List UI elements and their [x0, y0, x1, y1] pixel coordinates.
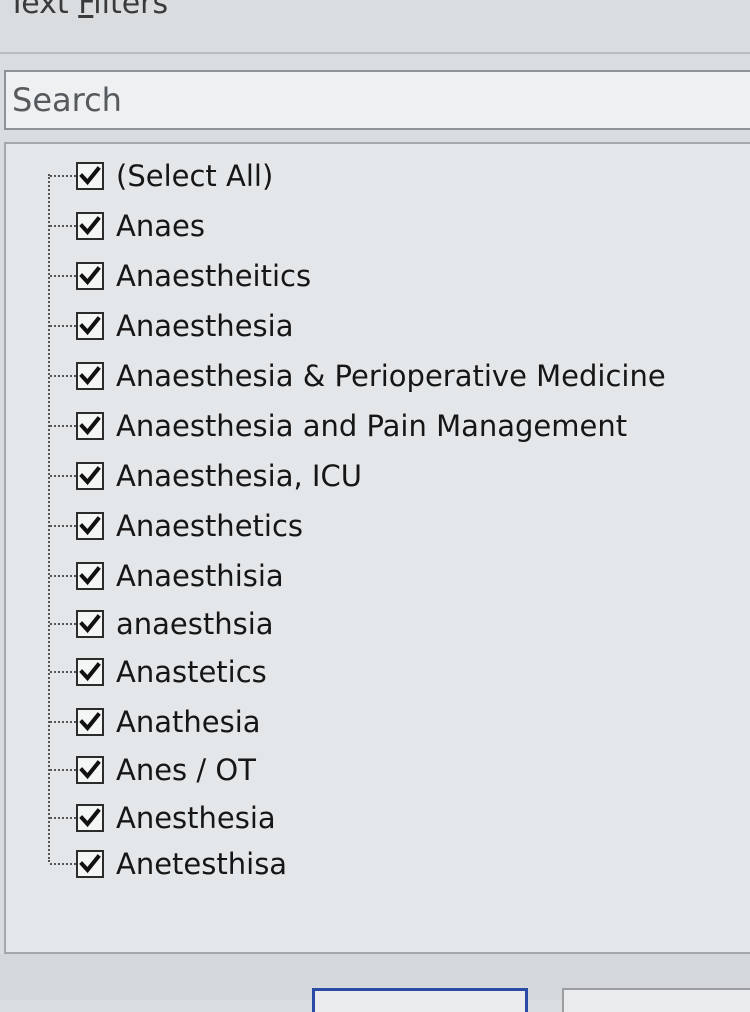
tree-branch-line: [50, 425, 76, 427]
item-checkbox[interactable]: [76, 708, 104, 736]
check-icon: [79, 854, 101, 874]
check-icon: [79, 760, 101, 780]
item-label: (Select All): [116, 159, 274, 193]
item-checkbox[interactable]: [76, 412, 104, 440]
filter-value-list[interactable]: (Select All) Anaes Anaestheitics Anaesthesi…: [4, 142, 750, 954]
tree-branch-line: [50, 623, 76, 625]
filter-list-item[interactable]: Anaesthisia: [50, 558, 284, 594]
tree-branch-line: [50, 275, 76, 277]
check-icon: [79, 216, 101, 236]
item-label: Anaesthesia and Pain Management: [116, 409, 628, 443]
search-box[interactable]: [4, 70, 750, 130]
tree-branch-line: [50, 225, 76, 227]
item-label: Anaestheitics: [116, 259, 312, 293]
item-checkbox[interactable]: [76, 562, 104, 590]
check-icon: [79, 166, 101, 186]
item-label: Anetesthisa: [116, 847, 288, 881]
text-filters-menu-item[interactable]: Text Filters: [8, 0, 168, 21]
check-icon: [79, 466, 101, 486]
check-icon: [79, 712, 101, 732]
check-icon: [79, 808, 101, 828]
item-label: anaesthsia: [116, 607, 274, 641]
tree-branch-line: [50, 863, 76, 865]
item-label: Anaesthesia & Perioperative Medicine: [116, 359, 666, 393]
tree-branch-line: [50, 525, 76, 527]
filter-list-item[interactable]: Anes / OT: [50, 752, 256, 788]
filter-list-item[interactable]: Anaesthesia and Pain Management: [50, 408, 627, 444]
item-label: Anaes: [116, 209, 205, 243]
item-checkbox[interactable]: [76, 312, 104, 340]
menu-label-accelerator: F: [78, 0, 94, 21]
filter-list-item[interactable]: Anesthesia: [50, 800, 276, 836]
filter-list-item[interactable]: Anetesthisa: [50, 846, 287, 882]
item-label: Anaesthesia, ICU: [116, 459, 362, 493]
tree-branch-line: [50, 769, 76, 771]
item-checkbox[interactable]: [76, 362, 104, 390]
item-label: Anaesthetics: [116, 509, 304, 543]
item-checkbox[interactable]: [76, 162, 104, 190]
tree-branch-line: [50, 375, 76, 377]
filter-list-item[interactable]: Anaes: [50, 208, 205, 244]
menu-separator: [0, 52, 750, 54]
tree-branch-line: [50, 721, 76, 723]
item-checkbox[interactable]: [76, 610, 104, 638]
filter-list-item[interactable]: Anastetics: [50, 654, 267, 690]
check-icon: [79, 416, 101, 436]
item-label: Anaesthisia: [116, 559, 284, 593]
tree-branch-line: [50, 671, 76, 673]
item-checkbox[interactable]: [76, 512, 104, 540]
item-checkbox[interactable]: [76, 850, 104, 878]
tree-branch-line: [50, 325, 76, 327]
tree-branch-line: [50, 575, 76, 577]
filter-list-item[interactable]: Anaesthesia: [50, 308, 293, 344]
check-icon: [79, 516, 101, 536]
check-icon: [79, 566, 101, 586]
menu-label-rest: ilters: [93, 0, 169, 21]
item-checkbox[interactable]: [76, 462, 104, 490]
tree-branch-line: [50, 175, 76, 177]
check-icon: [79, 662, 101, 682]
filter-list-item[interactable]: anaesthsia: [50, 606, 274, 642]
check-icon: [79, 316, 101, 336]
item-checkbox[interactable]: [76, 212, 104, 240]
item-checkbox[interactable]: [76, 658, 104, 686]
search-input[interactable]: [6, 72, 750, 128]
filter-list-item[interactable]: Anaesthesia & Perioperative Medicine: [50, 358, 666, 394]
select-all-item[interactable]: (Select All): [50, 158, 273, 194]
menu-label-prefix: Text: [8, 0, 79, 21]
item-label: Anesthesia: [116, 801, 276, 835]
filter-list-item[interactable]: Anathesia: [50, 704, 261, 740]
cancel-button[interactable]: [562, 988, 750, 1012]
ok-button[interactable]: [312, 988, 528, 1012]
filter-list-item[interactable]: Anaestheitics: [50, 258, 311, 294]
filter-list-item[interactable]: Anaesthesia, ICU: [50, 458, 362, 494]
item-label: Anathesia: [116, 705, 261, 739]
item-checkbox[interactable]: [76, 804, 104, 832]
check-icon: [79, 614, 101, 634]
check-icon: [79, 266, 101, 286]
item-label: Anastetics: [116, 655, 267, 689]
item-checkbox[interactable]: [76, 262, 104, 290]
item-label: Anaesthesia: [116, 309, 294, 343]
filter-list-item[interactable]: Anaesthetics: [50, 508, 303, 544]
tree-branch-line: [50, 817, 76, 819]
item-checkbox[interactable]: [76, 756, 104, 784]
tree-branch-line: [50, 475, 76, 477]
item-label: Anes / OT: [116, 753, 256, 787]
check-icon: [79, 366, 101, 386]
